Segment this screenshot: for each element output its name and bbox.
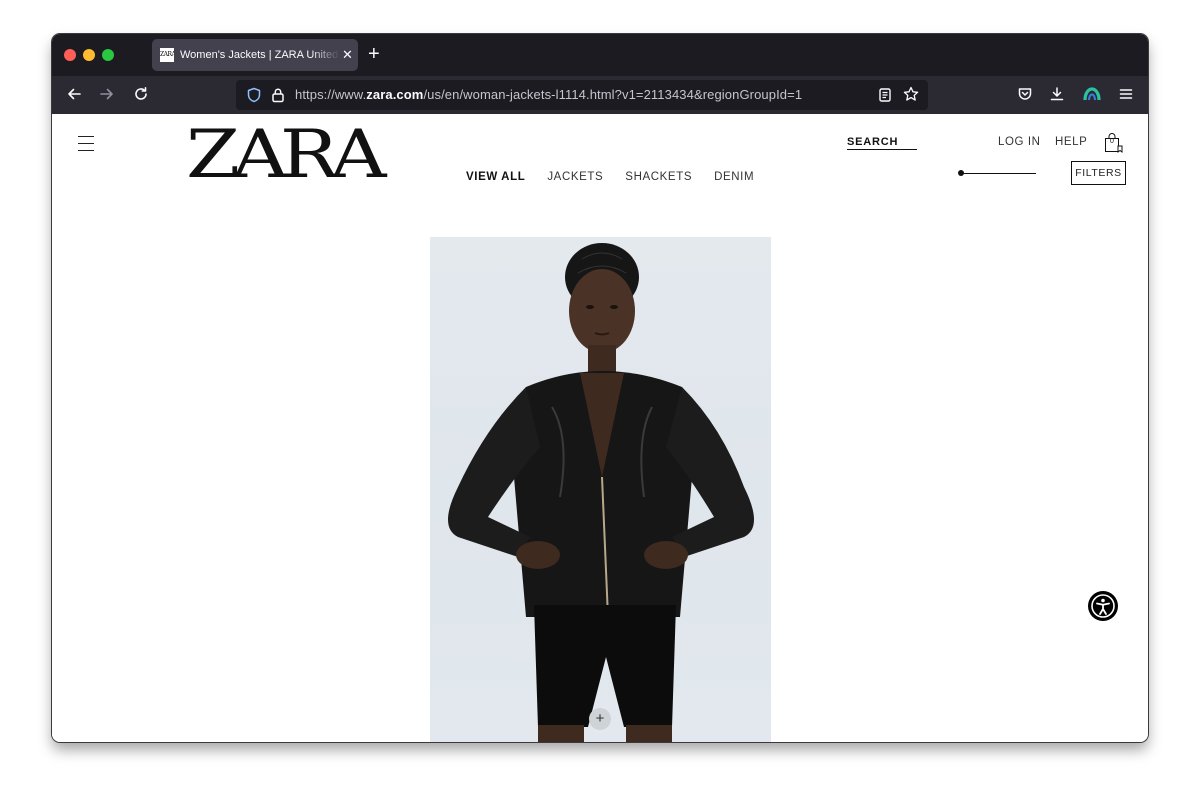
product-card-image[interactable]: + (430, 237, 771, 742)
tab-close-icon[interactable]: ✕ (342, 47, 353, 63)
accessibility-icon[interactable] (1088, 591, 1118, 621)
close-window-button[interactable] (64, 49, 76, 61)
account-icon[interactable] (1083, 86, 1101, 106)
address-bar[interactable]: https://www.zara.com/us/en/woman-jackets… (236, 80, 928, 110)
arrow-right-icon[interactable] (99, 86, 115, 106)
download-icon[interactable] (1049, 86, 1065, 106)
tab-strip: ZARA Women's Jackets | ZARA United State… (52, 34, 1148, 76)
browser-tab-active[interactable]: ZARA Women's Jackets | ZARA United State… (152, 39, 358, 71)
shopping-bag-icon[interactable]: 0 (1104, 132, 1124, 159)
category-jackets[interactable]: JACKETS (547, 171, 603, 183)
site-menu-icon[interactable] (78, 136, 94, 157)
grid-zoom-slider[interactable] (958, 170, 1036, 176)
zara-favicon-icon: ZARA (160, 48, 174, 62)
quick-add-button[interactable]: + (589, 708, 611, 730)
filters-button[interactable]: FILTERS (1071, 161, 1126, 185)
url-domain: zara.com (366, 87, 424, 102)
zara-page: ZARA VIEW ALL JACKETS SHACKETS DENIM SEA… (52, 114, 1148, 742)
hamburger-menu-icon[interactable] (1118, 86, 1134, 106)
category-nav: VIEW ALL JACKETS SHACKETS DENIM (466, 171, 776, 183)
login-link[interactable]: LOG IN (998, 136, 1041, 148)
category-view-all[interactable]: VIEW ALL (466, 171, 525, 183)
search-link[interactable]: SEARCH (847, 136, 917, 150)
url-text[interactable]: https://www.zara.com/us/en/woman-jackets… (295, 87, 802, 102)
star-icon[interactable] (903, 85, 919, 108)
pocket-icon[interactable] (1017, 86, 1033, 106)
browser-window: ZARA Women's Jackets | ZARA United State… (52, 34, 1148, 742)
category-denim[interactable]: DENIM (714, 171, 754, 183)
category-shackets[interactable]: SHACKETS (625, 171, 692, 183)
bag-count: 0 (1110, 138, 1114, 145)
model-in-black-leather-jacket (448, 243, 754, 742)
lock-icon[interactable] (271, 87, 285, 108)
minimize-window-button[interactable] (83, 49, 95, 61)
zoom-window-button[interactable] (102, 49, 114, 61)
help-link[interactable]: HELP (1055, 136, 1087, 148)
url-prefix: https://www. (295, 87, 367, 102)
url-path: /us/en/woman-jackets-l1114.html?v1=21134… (423, 87, 803, 102)
new-tab-button[interactable]: + (368, 43, 380, 65)
navigation-toolbar: https://www.zara.com/us/en/woman-jackets… (52, 76, 1148, 114)
reload-icon[interactable] (133, 86, 149, 106)
tab-title: Women's Jackets | ZARA United States (180, 49, 340, 61)
tracking-protection-shield-icon[interactable] (246, 87, 262, 108)
slider-track (963, 172, 1036, 174)
arrow-left-icon[interactable] (66, 86, 82, 106)
reader-view-icon[interactable] (878, 87, 892, 108)
zara-logo[interactable]: ZARA (186, 120, 386, 190)
